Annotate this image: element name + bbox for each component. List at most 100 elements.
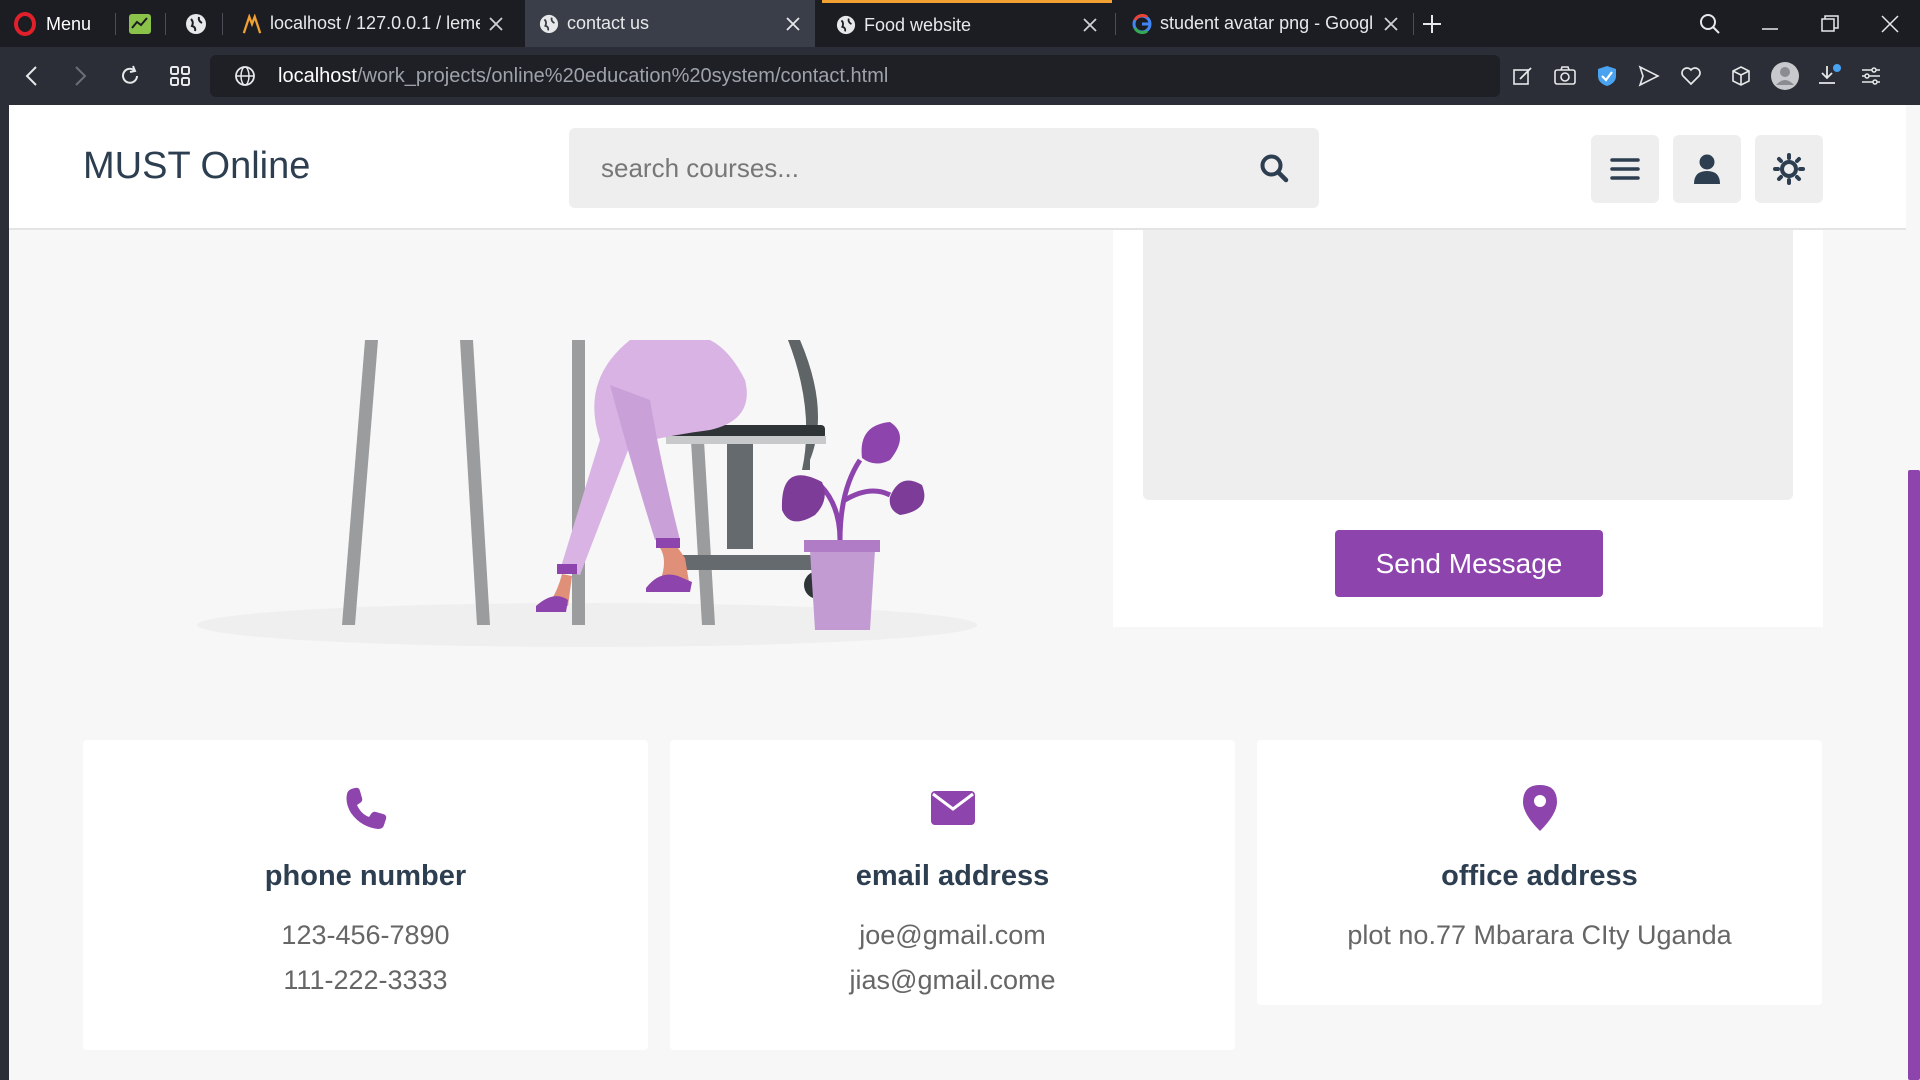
phone-number-1[interactable]: 123-456-7890: [83, 913, 648, 958]
browser-menu-label: Menu: [46, 13, 92, 34]
site-logo[interactable]: MUST Online: [83, 145, 310, 188]
site-info-globe-icon[interactable]: [234, 65, 256, 87]
tab-separator: [222, 13, 223, 35]
message-textarea[interactable]: [1143, 200, 1793, 500]
camera-icon: [1554, 66, 1576, 85]
browser-address-bar: localhost/work_projects/online%20educati…: [0, 47, 1920, 105]
close-tab-icon[interactable]: [1082, 17, 1098, 33]
scrollbar-thumb[interactable]: [1908, 470, 1920, 1080]
email-address-1[interactable]: joe@gmail.com: [670, 913, 1235, 958]
browser-tab-bar: Menu localhost / 127.0.0.1 / leme contac…: [0, 0, 1920, 47]
restore-button[interactable]: [1800, 0, 1860, 47]
login-button[interactable]: [1673, 135, 1741, 203]
cube-icon: [1732, 66, 1750, 86]
globe-icon: [539, 14, 559, 34]
tab-separator: [1413, 13, 1414, 35]
forward-button[interactable]: [66, 62, 94, 90]
sun-icon: [1773, 153, 1805, 185]
tab-contact-us[interactable]: contact us: [525, 0, 815, 47]
close-tab-icon[interactable]: [785, 16, 801, 32]
info-card-title: office address: [1441, 860, 1638, 892]
tab-separator: [1115, 13, 1116, 35]
search-icon: [1260, 154, 1289, 183]
tab-separator: [115, 13, 116, 35]
profile-button[interactable]: [1770, 61, 1800, 91]
info-card-email: email address joe@gmail.com jias@gmail.c…: [670, 740, 1235, 1050]
extension-toolbar: [1510, 60, 1884, 92]
shield-check-icon: [1598, 66, 1616, 86]
envelope-icon: [929, 784, 977, 832]
extensions-button[interactable]: [1728, 63, 1754, 89]
url-path: /work_projects/online%20education%20syst…: [356, 64, 889, 87]
close-icon: [1881, 14, 1899, 33]
close-tab-icon[interactable]: [1383, 16, 1399, 32]
search-button[interactable]: [1257, 151, 1291, 185]
google-icon: [1132, 13, 1152, 34]
email-address-2[interactable]: jias@gmail.come: [670, 958, 1235, 1003]
user-avatar-icon: [1771, 62, 1799, 90]
arrow-left-icon: [25, 66, 37, 86]
grid-icon: [170, 66, 190, 86]
minimize-button[interactable]: [1740, 0, 1800, 47]
speed-dial-button[interactable]: [166, 62, 194, 90]
tab-title: Food website: [864, 14, 972, 35]
send-icon: [1638, 65, 1660, 87]
restore-icon: [1821, 14, 1839, 32]
info-card-phone: phone number 123-456-7890 111-222-3333: [83, 740, 648, 1050]
url-text: localhost/work_projects/online%20educati…: [278, 65, 888, 88]
close-window-button[interactable]: [1860, 0, 1920, 47]
sliders-icon: [1862, 67, 1880, 85]
office-address-line: plot no.77 Mbarara CIty Uganda: [1347, 920, 1732, 950]
bars-icon: [1610, 158, 1640, 180]
tab-phpmyadmin[interactable]: localhost / 127.0.0.1 / leme: [228, 0, 518, 47]
pinned-tab-extension[interactable]: [128, 12, 152, 36]
phone-number-2[interactable]: 111-222-3333: [83, 958, 648, 1003]
plus-icon: [1423, 15, 1441, 33]
contact-illustration: [197, 340, 977, 647]
reload-button[interactable]: [116, 62, 144, 90]
menu-button[interactable]: [1591, 135, 1659, 203]
easy-setup-button[interactable]: [1858, 63, 1884, 89]
globe-icon: [186, 14, 206, 34]
tab-google-search[interactable]: student avatar png - Googl: [1118, 0, 1413, 47]
search-form: [569, 128, 1319, 208]
tab-food-website[interactable]: Food website: [822, 0, 1112, 47]
tab-search-button[interactable]: [1680, 0, 1740, 47]
arrow-right-icon: [75, 66, 87, 86]
info-card-lines: 123-456-7890 111-222-3333: [83, 913, 648, 1003]
download-icon: [1819, 64, 1841, 84]
bookmark-heart-button[interactable]: [1678, 63, 1704, 89]
send-button[interactable]: [1636, 63, 1662, 89]
search-input[interactable]: [599, 151, 1257, 185]
globe-icon: [836, 15, 856, 35]
browser-menu-button[interactable]: Menu: [14, 12, 91, 36]
info-card-title: phone number: [264, 860, 467, 892]
search-icon: [1700, 13, 1720, 34]
edit-page-button[interactable]: [1510, 63, 1536, 89]
vpn-shield-button[interactable]: [1594, 63, 1620, 89]
reload-icon: [122, 65, 138, 84]
back-button[interactable]: [18, 62, 46, 90]
info-card-title: email address: [855, 860, 1050, 892]
page-viewport: MUST Online search courses... enter your…: [0, 105, 1920, 1080]
info-card-lines: plot no.77 Mbarara CIty Uganda: [1257, 913, 1822, 958]
close-tab-icon[interactable]: [488, 16, 504, 32]
tab-title: student avatar png - Googl: [1160, 13, 1374, 33]
pinned-tab-globe[interactable]: [184, 12, 208, 36]
snapshot-button[interactable]: [1552, 63, 1578, 89]
user-icon: [1694, 154, 1720, 184]
url-field[interactable]: localhost/work_projects/online%20educati…: [210, 55, 1500, 97]
window-controls: [1680, 0, 1920, 47]
theme-toggle-button[interactable]: [1755, 135, 1823, 203]
chart-box-icon: [129, 14, 151, 34]
new-tab-button[interactable]: [1420, 12, 1444, 36]
tab-separator: [165, 13, 166, 35]
downloads-button[interactable]: [1816, 63, 1842, 89]
contact-form-card: Send Message: [1113, 190, 1823, 627]
phone-icon: [342, 784, 390, 832]
info-card-lines: joe@gmail.com jias@gmail.come: [670, 913, 1235, 1003]
send-message-button[interactable]: Send Message: [1335, 530, 1603, 597]
site-header: MUST Online: [9, 105, 1906, 230]
sidebar-panel-edge: [0, 105, 9, 1080]
opera-logo-icon: [14, 12, 36, 36]
